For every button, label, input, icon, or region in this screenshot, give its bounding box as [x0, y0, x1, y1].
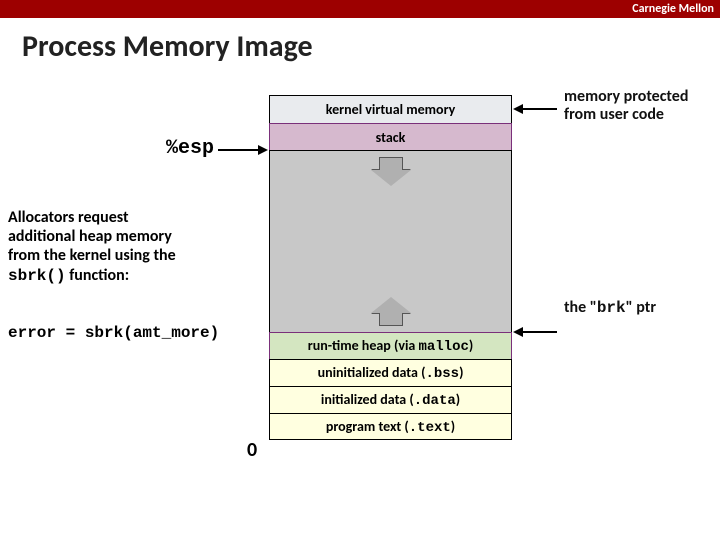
allocator-note: Allocators request additional heap memor…: [8, 208, 233, 286]
kvm-pointer-line: [522, 108, 557, 110]
diagram-stage: kernel virtual memory stack run-time hea…: [0, 80, 720, 520]
zero-label: 0: [247, 438, 257, 462]
seg-text: program text (.text): [269, 413, 512, 440]
brk-pointer-arrow-icon: [513, 327, 523, 337]
seg-data: initialized data (.data): [269, 386, 512, 413]
esp-pointer-line: [218, 149, 260, 151]
esp-label: %esp: [166, 137, 214, 160]
seg-stack: stack: [269, 123, 512, 150]
slide-title: Process Memory Image: [22, 28, 720, 65]
seg-kernel: kernel virtual memory: [269, 95, 512, 123]
org-name: Carnegie Mellon: [632, 0, 714, 18]
header-bar: Carnegie Mellon: [0, 0, 720, 18]
heap-grow-up-icon: [371, 297, 411, 326]
seg-gap: [269, 150, 512, 332]
kvm-pointer-arrow-icon: [513, 104, 523, 114]
esp-pointer-arrow-icon: [258, 145, 268, 155]
stack-grow-down-icon: [371, 157, 411, 186]
brk-pointer-line: [522, 331, 557, 333]
kernel-protected-note: memory protected from user code: [564, 88, 714, 125]
memory-column: kernel virtual memory stack run-time hea…: [269, 95, 512, 440]
brk-ptr-note: the "brk" ptr: [564, 298, 656, 317]
seg-bss: uninitialized data (.bss): [269, 359, 512, 386]
error-assignment: error = sbrk(amt_more): [8, 324, 219, 342]
seg-heap: run-time heap (via malloc): [269, 332, 512, 359]
